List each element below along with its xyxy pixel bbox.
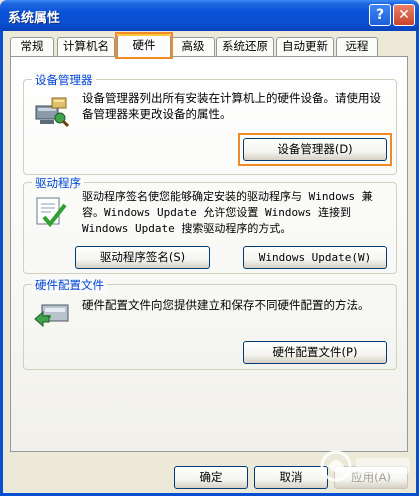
tab-system-restore[interactable]: 系统还原 <box>216 37 274 56</box>
device-manager-button[interactable]: 设备管理器(D) <box>243 138 387 161</box>
tab-label: 硬件 <box>132 38 156 52</box>
tab-panel-hardware: 设备管理器 设备管理器列出所有安装在计算机上的硬件设备。请使用设备管理器来更改设… <box>10 56 408 452</box>
tab-hardware[interactable]: 硬件 <box>117 34 171 57</box>
button-label: 驱动程序签名(S) <box>99 250 186 264</box>
hardware-profiles-description: 硬件配置文件向您提供建立和保存不同硬件配置的方法。 <box>82 298 370 312</box>
button-label: 确定 <box>199 470 223 484</box>
button-label: Windows Update(W) <box>258 251 372 264</box>
window-title: 系统属性 <box>8 11 61 26</box>
tab-label: 计算机名 <box>63 39 109 53</box>
ok-button[interactable]: 确定 <box>174 466 248 489</box>
driver-signing-icon <box>36 197 67 228</box>
hardware-profile-icon <box>34 304 69 328</box>
close-button[interactable]: ✕ <box>393 4 415 26</box>
tab-general[interactable]: 常规 <box>10 37 54 56</box>
watermark-logo <box>320 450 410 482</box>
tab-label: 系统还原 <box>222 39 268 53</box>
button-label: 硬件配置文件(P) <box>272 345 358 359</box>
tab-remote[interactable]: 远程 <box>336 37 378 56</box>
hardware-profiles-button[interactable]: 硬件配置文件(P) <box>243 341 387 364</box>
group-hardware-profiles: 硬件配置文件 硬件配置文件向您提供建立和保存不同硬件配置的方法。 硬件配置文件(… <box>23 277 397 370</box>
window-titlebar[interactable]: 系统属性 ? ✕ <box>0 0 419 31</box>
group-device-manager: 设备管理器 设备管理器列出所有安装在计算机上的硬件设备。请使用设备管理器来更改设… <box>23 72 397 175</box>
device-manager-description: 设备管理器列出所有安装在计算机上的硬件设备。请使用设备管理器来更改设备的属性。 <box>82 91 381 121</box>
tab-label: 常规 <box>20 39 44 53</box>
help-button[interactable]: ? <box>369 4 391 26</box>
driver-signing-button[interactable]: 驱动程序签名(S) <box>75 246 210 269</box>
tab-label: 远程 <box>345 39 369 53</box>
tab-label: 自动更新 <box>282 39 328 53</box>
group-title: 硬件配置文件 <box>32 277 107 293</box>
cancel-button[interactable]: 取消 <box>254 466 328 489</box>
close-icon: ✕ <box>398 7 410 23</box>
windows-update-button[interactable]: Windows Update(W) <box>243 246 387 269</box>
tab-label: 高级 <box>181 39 205 53</box>
driver-description: 驱动程序签名使您能够确定安装的驱动程序与 Windows 兼容。Windows … <box>82 190 373 235</box>
device-manager-icon <box>35 97 70 128</box>
tab-computer-name[interactable]: 计算机名 <box>57 37 115 56</box>
group-drivers: 驱动程序 驱动程序签名使您能够确定安装的驱动程序与 Windows 兼容。Win… <box>23 175 397 274</box>
tab-advanced[interactable]: 高级 <box>171 37 215 56</box>
tab-automatic-updates[interactable]: 自动更新 <box>276 37 334 56</box>
group-title: 设备管理器 <box>32 72 96 88</box>
group-title: 驱动程序 <box>32 175 84 191</box>
button-label: 取消 <box>279 470 303 484</box>
button-label: 设备管理器(D) <box>277 142 353 156</box>
help-icon: ? <box>375 7 385 23</box>
